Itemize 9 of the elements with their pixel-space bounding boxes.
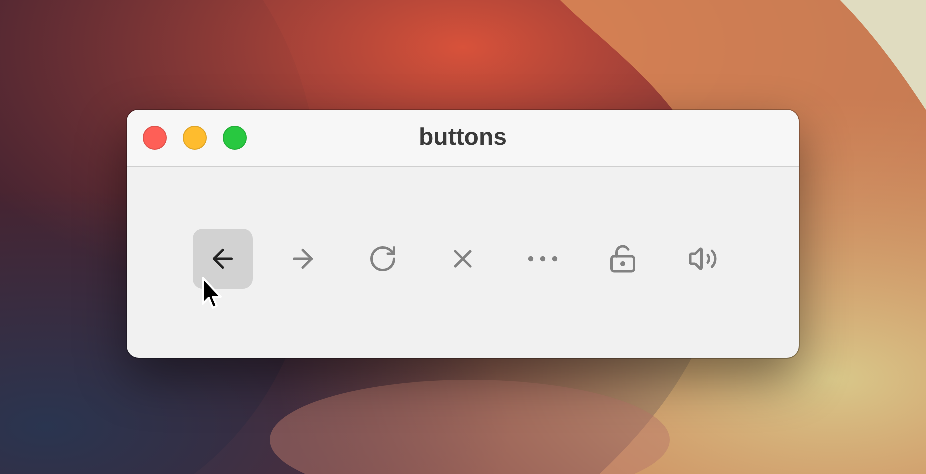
more-icon	[527, 256, 559, 262]
reload-icon	[368, 244, 398, 274]
unlocked-padlock-icon	[608, 244, 638, 274]
mouse-pointer-icon	[201, 276, 225, 312]
close-window-button[interactable]	[143, 126, 167, 150]
window-title: buttons	[419, 124, 507, 152]
zoom-window-button[interactable]	[223, 126, 247, 150]
toolbar-button[interactable]	[193, 228, 253, 288]
minimize-window-button[interactable]	[183, 126, 207, 150]
